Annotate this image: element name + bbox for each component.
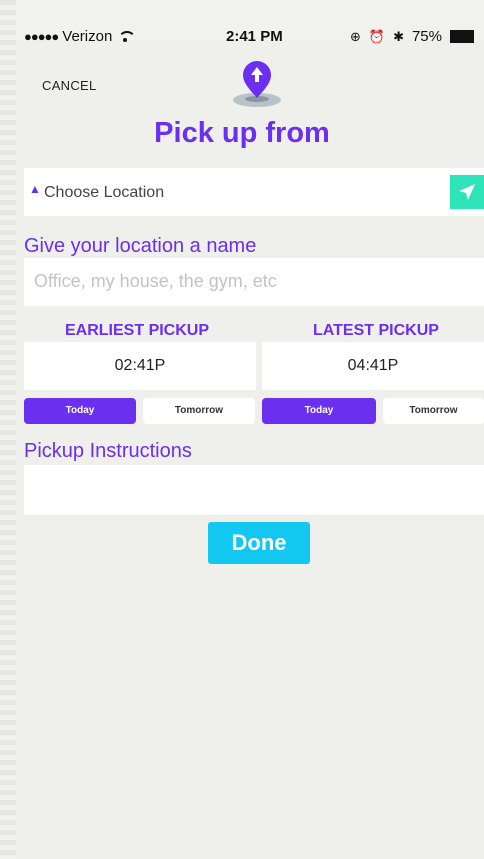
location-name-input[interactable] — [32, 270, 476, 293]
alarm-icon: ⏰ — [368, 28, 386, 44]
up-arrow-icon: ▲ — [29, 182, 41, 196]
status-bar: ●●●●● Verizon 2:41 PM ⊕ ⏰ ✱ 75% — [0, 0, 484, 45]
earliest-tomorrow-button[interactable]: Tomorrow — [143, 398, 255, 424]
latest-pickup-header: LATEST PICKUP — [313, 322, 439, 339]
latest-tomorrow-button[interactable]: Tomorrow — [383, 398, 484, 424]
earliest-pickup-header: EARLIEST PICKUP — [65, 322, 210, 339]
earliest-pickup-time[interactable]: 02:41P — [24, 342, 256, 390]
status-right: ⊕ ⏰ ✱ 75% — [350, 28, 474, 45]
latest-today-button[interactable]: Today — [262, 398, 376, 424]
done-button[interactable]: Done — [208, 522, 310, 564]
status-left: ●●●●● Verizon — [24, 28, 137, 45]
pickup-instructions-input[interactable] — [32, 477, 476, 505]
bluetooth-icon: ✱ — [393, 28, 404, 44]
choose-location-field[interactable]: ▲ Choose Location — [24, 168, 484, 216]
current-location-button[interactable] — [450, 175, 484, 209]
pickup-instructions-field — [24, 465, 484, 515]
status-time: 2:41 PM — [226, 28, 283, 45]
navigation-arrow-icon — [459, 184, 475, 200]
carrier-label: Verizon — [62, 28, 113, 45]
latest-pickup-time[interactable]: 04:41P — [262, 342, 484, 390]
location-name-label: Give your location a name — [24, 235, 257, 257]
choose-location-label: Choose Location — [44, 184, 165, 201]
battery-icon — [450, 30, 474, 43]
pickup-instructions-label: Pickup Instructions — [24, 440, 192, 462]
pickup-marker-icon — [233, 61, 281, 107]
signal-strength-icon: ●●●●● — [24, 29, 59, 44]
page-title: Pick up from — [154, 117, 330, 149]
location-name-field — [24, 258, 484, 306]
earliest-today-button[interactable]: Today — [24, 398, 136, 424]
wifi-icon — [116, 30, 137, 43]
cancel-button[interactable]: CANCEL — [42, 78, 97, 93]
rotation-lock-icon: ⊕ — [349, 28, 361, 44]
battery-percent: 75% — [411, 28, 442, 45]
